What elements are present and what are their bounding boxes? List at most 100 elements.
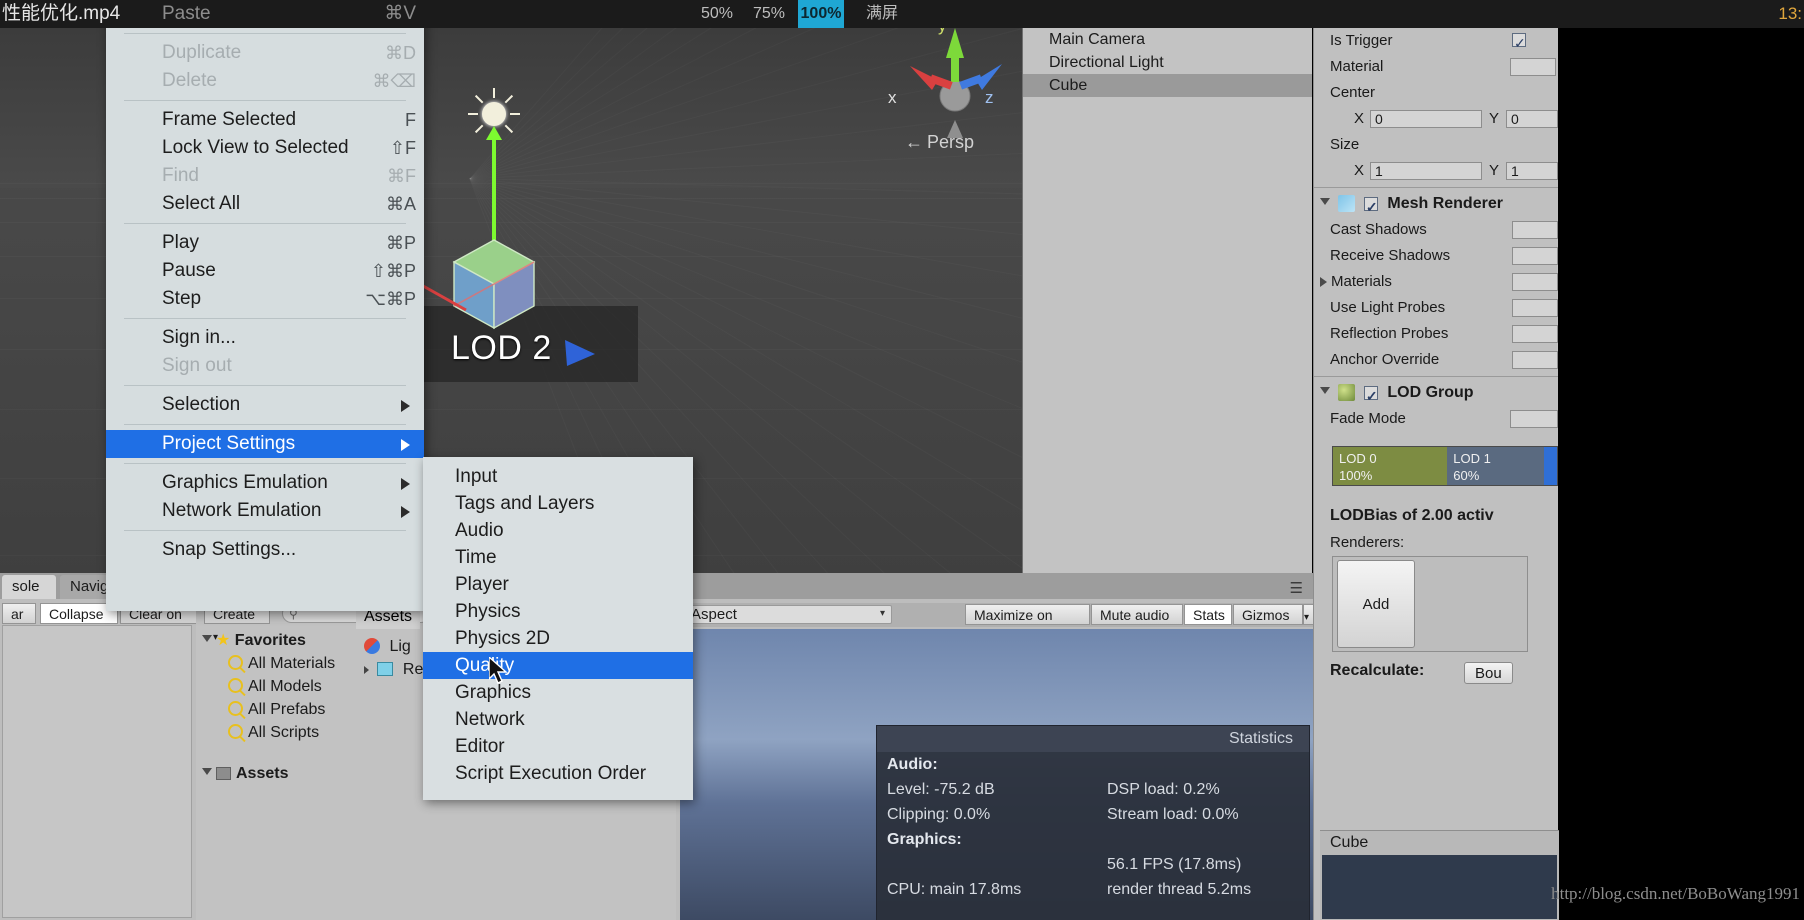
gizmos-button[interactable]: Gizmos: [1233, 604, 1303, 625]
submenu-item[interactable]: Physics 2D: [423, 625, 693, 652]
submenu-item[interactable]: Quality: [423, 652, 693, 679]
row-value-field[interactable]: [1512, 325, 1558, 343]
project-favorite-item[interactable]: All Models: [202, 675, 362, 698]
maximize-on-play-button[interactable]: Maximize on Play: [965, 604, 1090, 625]
persp-text: Persp: [927, 132, 974, 152]
row-value-field[interactable]: [1512, 273, 1558, 291]
hierarchy-item[interactable]: Main Camera: [1023, 28, 1312, 51]
edit-menu-list: Paste⌘V Duplicate⌘DDelete⌘⌫ Frame Selected…: [106, 0, 424, 564]
component-header-lod-group[interactable]: LOD Group: [1314, 380, 1558, 406]
project-favorite-item[interactable]: All Prefabs: [202, 698, 362, 721]
zoom-option-满屏[interactable]: 满屏: [855, 0, 909, 28]
inspector-row-is-trigger: Is Trigger: [1314, 28, 1558, 54]
is-trigger-checkbox[interactable]: [1512, 33, 1526, 47]
mesh-renderer-enabled-checkbox[interactable]: [1364, 197, 1378, 211]
zoom-option-75pct[interactable]: 75%: [745, 0, 793, 28]
menu-item[interactable]: Find⌘F: [106, 162, 424, 190]
foldout-arrow-icon[interactable]: [364, 666, 369, 674]
size-y-input[interactable]: 1: [1506, 162, 1558, 180]
lod-level-segment[interactable]: LOD 160%: [1447, 447, 1543, 485]
row-value-field[interactable]: [1512, 221, 1558, 239]
add-renderer-button[interactable]: Add: [1337, 560, 1415, 648]
row-value-field[interactable]: [1512, 247, 1558, 265]
menu-item-paste[interactable]: Paste⌘V: [106, 0, 424, 28]
foldout-right-icon[interactable]: [1320, 277, 1327, 287]
scene-projection-label[interactable]: ←Persp: [905, 132, 974, 153]
center-x-input[interactable]: 0: [1370, 110, 1482, 128]
lod-level-segment[interactable]: [1544, 447, 1557, 485]
material-field[interactable]: [1510, 58, 1556, 76]
submenu-item[interactable]: Audio: [423, 517, 693, 544]
menu-item[interactable]: Pause⇧⌘P: [106, 257, 424, 285]
axis-label-y: y: [938, 28, 947, 36]
console-clear-button[interactable]: ar: [2, 603, 36, 624]
menu-item[interactable]: Lock View to Selected⇧F: [106, 134, 424, 162]
row-label: Is Trigger: [1330, 32, 1393, 49]
submenu-item[interactable]: Network: [423, 706, 693, 733]
video-title: 性能优化.mp4: [0, 0, 120, 28]
lod-levels-widget[interactable]: LOD 0100%LOD 160%: [1314, 446, 1558, 502]
foldout-down-icon[interactable]: [202, 635, 212, 647]
project-settings-submenu[interactable]: InputTags and LayersAudioTimePlayerPhysi…: [423, 457, 693, 800]
row-value-field[interactable]: [1512, 299, 1558, 317]
lod-bar[interactable]: LOD 0100%LOD 160%: [1332, 446, 1558, 486]
renderers-box: Add: [1332, 556, 1528, 652]
submenu-item[interactable]: Editor: [423, 733, 693, 760]
size-x-input[interactable]: 1: [1370, 162, 1482, 180]
hierarchy-item[interactable]: Directional Light: [1023, 51, 1312, 74]
project-favorite-item[interactable]: All Scripts: [202, 721, 362, 744]
submenu-arrow-icon: [401, 400, 410, 412]
menu-item[interactable]: Step⌥⌘P: [106, 285, 424, 313]
menu-item[interactable]: Sign out: [106, 352, 424, 380]
foldout-down-icon[interactable]: [202, 768, 212, 780]
project-favorite-item[interactable]: All Materials: [202, 652, 362, 675]
stats-button[interactable]: Stats: [1184, 604, 1232, 625]
component-header-mesh-renderer[interactable]: Mesh Renderer: [1314, 191, 1558, 217]
submenu-item[interactable]: Graphics: [423, 679, 693, 706]
submenu-item[interactable]: Tags and Layers: [423, 490, 693, 517]
foldout-down-icon[interactable]: [1320, 387, 1330, 399]
fade-mode-dropdown[interactable]: [1510, 410, 1558, 428]
mute-audio-button[interactable]: Mute audio: [1091, 604, 1183, 625]
aspect-dropdown[interactable]: Aspect ▾: [682, 605, 892, 624]
menu-item[interactable]: Delete⌘⌫: [106, 67, 424, 95]
submenu-arrow-icon: [401, 439, 410, 451]
hierarchy-item[interactable]: Cube: [1023, 74, 1312, 97]
menu-item[interactable]: Frame SelectedF: [106, 106, 424, 134]
edit-menu[interactable]: Paste⌘V Duplicate⌘DDelete⌘⌫ Frame Selected…: [106, 0, 424, 611]
game-view[interactable]: Statistics Audio:Level: -75.2 dBDSP load…: [680, 629, 1313, 920]
menu-item[interactable]: Selection: [106, 391, 424, 419]
menu-item[interactable]: Snap Settings...: [106, 536, 424, 564]
menu-item[interactable]: Play⌘P: [106, 229, 424, 257]
menu-item[interactable]: Duplicate⌘D: [106, 39, 424, 67]
submenu-item[interactable]: Time: [423, 544, 693, 571]
menu-item[interactable]: Graphics Emulation: [106, 469, 424, 497]
dock-options-icon[interactable]: ☰: [1290, 579, 1303, 597]
list-item[interactable]: Lig: [364, 635, 428, 658]
recalculate-bounds-button[interactable]: Bou: [1464, 662, 1513, 684]
submenu-item[interactable]: Physics: [423, 598, 693, 625]
menu-item[interactable]: Sign in...: [106, 324, 424, 352]
menu-item[interactable]: Network Emulation: [106, 497, 424, 525]
submenu-item[interactable]: Input: [423, 463, 693, 490]
lod-group-enabled-checkbox[interactable]: [1364, 386, 1378, 400]
zoom-option-50pct[interactable]: 50%: [693, 0, 741, 28]
menu-item-label: Step: [162, 288, 201, 309]
center-y-input[interactable]: 0: [1506, 110, 1558, 128]
tab-console[interactable]: sole: [2, 575, 56, 599]
submenu-item[interactable]: Script Execution Order: [423, 760, 693, 787]
hierarchy-panel[interactable]: Main CameraDirectional LightCube: [1022, 28, 1312, 573]
row-value-field[interactable]: [1512, 351, 1558, 369]
lod-level-segment[interactable]: LOD 0100%: [1333, 447, 1447, 485]
project-favorites-group[interactable]: ★ Favorites: [202, 629, 362, 652]
project-assets-group[interactable]: Assets: [202, 762, 362, 785]
menu-item[interactable]: Select All⌘A: [106, 190, 424, 218]
menu-item[interactable]: Project Settings: [106, 430, 424, 458]
console-log-area[interactable]: [2, 625, 192, 918]
list-item[interactable]: Ref: [364, 658, 428, 681]
foldout-down-icon[interactable]: [1320, 198, 1330, 210]
move-gizmo-blue-arrow-icon[interactable]: [565, 338, 613, 368]
zoom-option-100pct[interactable]: 100%: [798, 0, 844, 28]
submenu-item[interactable]: Player: [423, 571, 693, 598]
preview-render[interactable]: [1322, 855, 1557, 919]
